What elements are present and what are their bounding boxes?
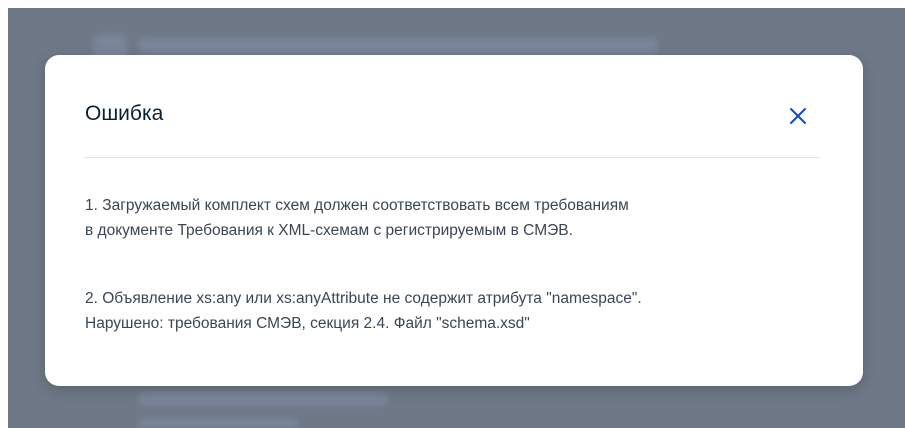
title-divider <box>85 157 819 158</box>
error-message-1-line-1: 1. Загружаемый комплект схем должен соот… <box>85 197 629 214</box>
background-blurred-text <box>138 418 298 428</box>
error-message-2-line-2: Нарушено: требования СМЭВ, секция 2.4. Ф… <box>85 315 530 332</box>
error-modal: Ошибка 1. Загружаемый комплект схем долж… <box>45 55 863 386</box>
error-message-2-line-1: 2. Объявление xs:any или xs:anyAttribute… <box>85 290 642 307</box>
error-message-1: 1. Загружаемый комплект схем должен соот… <box>85 193 835 243</box>
background-blurred-heading <box>138 38 658 54</box>
close-button[interactable] <box>787 105 809 127</box>
error-message-1-line-2: в документе Требования к XML-схемам с ре… <box>85 222 573 239</box>
error-message-2: 2. Объявление xs:any или xs:anyAttribute… <box>85 286 835 336</box>
background-blurred-link <box>138 392 388 406</box>
close-icon <box>790 108 806 124</box>
modal-title: Ошибка <box>85 102 164 125</box>
